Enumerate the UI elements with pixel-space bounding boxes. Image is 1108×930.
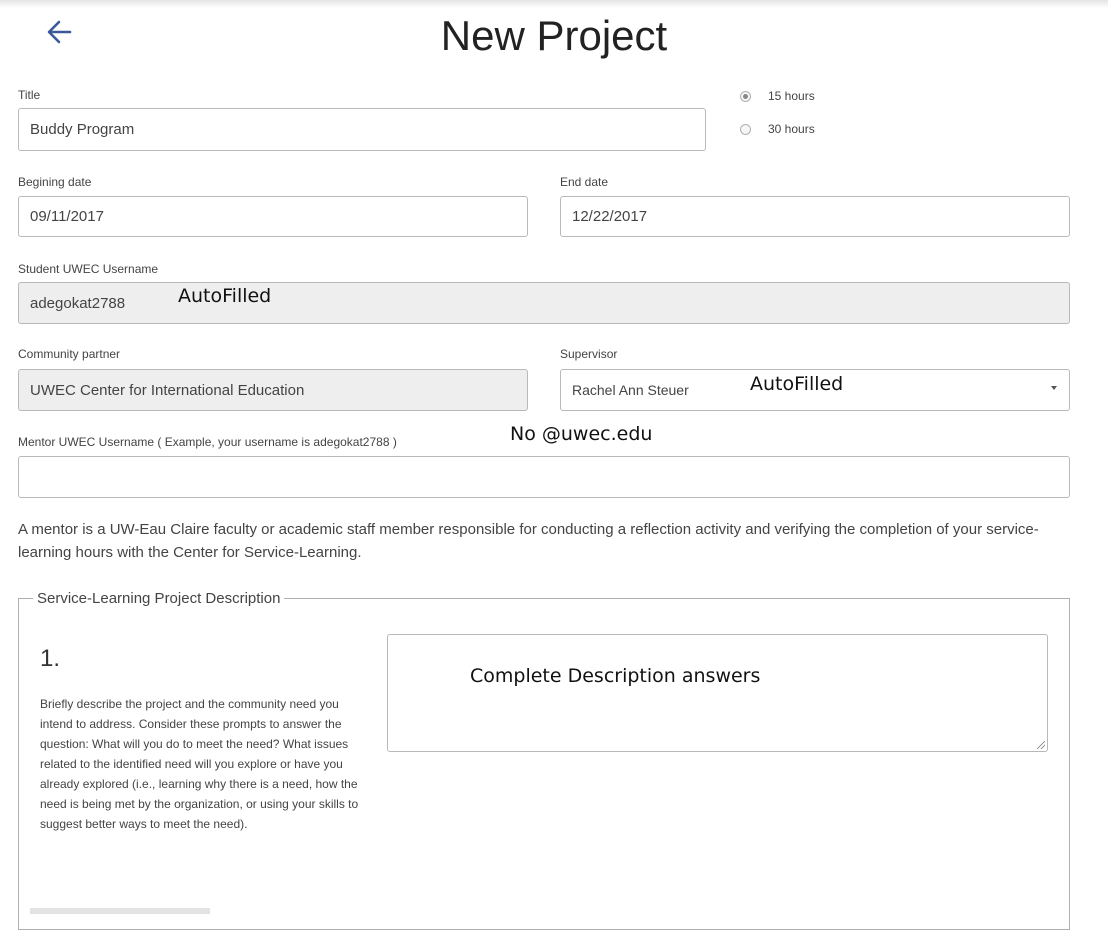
bottom-strip (30, 908, 210, 914)
radio-30-hours[interactable] (740, 123, 751, 135)
begin-date-input[interactable] (18, 196, 528, 237)
supervisor-autofill-annotation: AutoFilled (750, 373, 844, 395)
community-partner-field: UWEC Center for International Education (18, 369, 528, 411)
hours-option-label: 30 hours (768, 122, 815, 136)
description-hint-annotation: Complete Description answers (470, 665, 761, 687)
student-username-value: adegokat2788 (30, 294, 126, 312)
student-username-field: adegokat2788 (18, 282, 1070, 324)
top-shadow (0, 0, 1108, 8)
community-partner-value: UWEC Center for International Education (30, 381, 305, 399)
end-date-label: End date (560, 175, 609, 189)
mentor-username-label: Mentor UWEC Username ( Example, your use… (18, 435, 397, 449)
chevron-down-icon (1051, 386, 1057, 390)
community-partner-label: Community partner (18, 347, 121, 361)
end-date-input[interactable] (560, 196, 1070, 237)
answer-textarea[interactable] (387, 634, 1048, 752)
title-label: Title (18, 88, 41, 102)
mentor-note: A mentor is a UW-Eau Claire faculty or a… (18, 521, 1039, 561)
question-text: Briefly describe the project and the com… (40, 697, 359, 831)
question-number: 1. (40, 645, 61, 672)
hours-option-15[interactable]: 15 hours (740, 89, 815, 103)
mentor-username-input[interactable] (18, 456, 1070, 498)
radio-15-hours[interactable] (740, 90, 751, 102)
page-title: New Project (440, 12, 668, 59)
resize-handle-icon[interactable] (1037, 741, 1045, 749)
student-autofill-annotation: AutoFilled (178, 285, 272, 307)
title-input[interactable] (18, 108, 706, 151)
supervisor-value: Rachel Ann Steuer (572, 382, 689, 398)
supervisor-label: Supervisor (560, 347, 618, 361)
hours-option-30[interactable]: 30 hours (740, 122, 815, 136)
begin-date-label: Begining date (18, 175, 92, 189)
student-username-label: Student UWEC Username (18, 262, 159, 276)
hours-option-label: 15 hours (768, 89, 815, 103)
mentor-hint-annotation: No @uwec.edu (510, 423, 653, 445)
section-legend: Service-Learning Project Description (37, 590, 281, 607)
